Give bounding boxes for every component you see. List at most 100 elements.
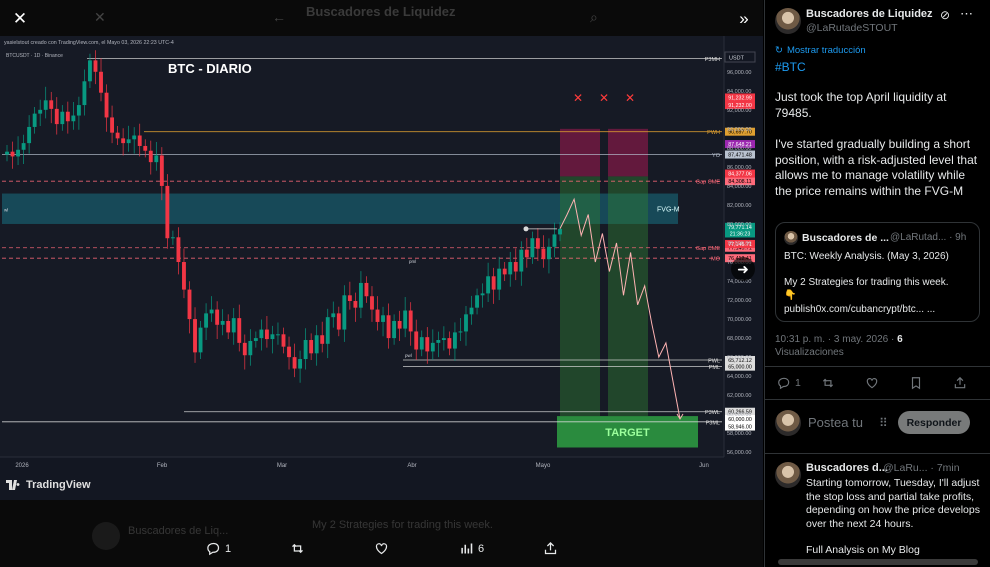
take-profit-box-1 bbox=[560, 176, 600, 417]
tradingview-label: TradingView bbox=[26, 479, 91, 491]
collapse-sidebar-icon[interactable]: » bbox=[731, 6, 757, 32]
candle bbox=[370, 296, 374, 310]
viewer-action-bar: 1 6 bbox=[0, 541, 763, 563]
reply-input[interactable]: Postea tu bbox=[808, 415, 863, 430]
chart-symbol-line: BTCUSDT · 1D · Binance bbox=[6, 53, 63, 59]
reply-submit-button[interactable]: Responder bbox=[898, 411, 970, 434]
reply-author-handle[interactable]: @LaRu... · 7min bbox=[883, 462, 960, 474]
reply-button[interactable]: 1 bbox=[206, 541, 231, 556]
candle bbox=[502, 268, 507, 275]
y-tick-label: 68,000.00 bbox=[727, 336, 751, 342]
repost-button[interactable] bbox=[290, 541, 305, 556]
sidebar-repost-button[interactable] bbox=[821, 376, 835, 390]
candle bbox=[43, 100, 48, 110]
y-tick-label: 72,000.00 bbox=[727, 298, 751, 304]
candle bbox=[353, 301, 358, 308]
author-name[interactable]: Buscadores de Liquidez bbox=[806, 8, 933, 20]
author-handle[interactable]: @LaRutadeSTOUT bbox=[806, 22, 898, 34]
candle bbox=[358, 282, 363, 308]
views-button[interactable]: 6 bbox=[459, 541, 484, 556]
price-tag-text: 84,377.06 bbox=[728, 172, 752, 178]
candle bbox=[126, 139, 131, 144]
chart-title: BTC - DIARIO bbox=[168, 61, 252, 76]
time-axis-panel bbox=[0, 457, 724, 500]
candle bbox=[364, 282, 369, 297]
level-price-tag-text: 65,000.00 bbox=[728, 365, 752, 371]
sidebar-reply-button[interactable]: 1 bbox=[777, 376, 801, 390]
candle bbox=[519, 249, 524, 272]
tweet-paragraph-2: I've started gradually building a short … bbox=[775, 137, 978, 198]
btc-chart-svg: FVG-MTARGETPWH 90,697.70YO 87,471.48Gap CM… bbox=[0, 36, 763, 500]
grok-icon[interactable]: ⊘ bbox=[940, 8, 950, 22]
candle bbox=[176, 237, 181, 263]
share-icon bbox=[954, 376, 966, 389]
sidebar-share-button[interactable] bbox=[953, 376, 967, 390]
sidebar-bookmark-button[interactable] bbox=[909, 376, 923, 390]
candle bbox=[231, 318, 236, 333]
sidebar-reply-count: 1 bbox=[795, 377, 801, 389]
candle bbox=[425, 337, 430, 352]
y-tick-label: 60,000.00 bbox=[727, 412, 751, 418]
tradingview-icon bbox=[6, 480, 20, 490]
candle bbox=[276, 334, 280, 336]
price-tag-text: 21:36:23 bbox=[730, 231, 751, 237]
more-options-icon[interactable]: ⋯ bbox=[960, 6, 973, 22]
close-icon[interactable]: ✕ bbox=[7, 6, 33, 32]
price-tag-text: 58,946.00 bbox=[728, 425, 752, 431]
divider bbox=[765, 366, 990, 367]
candle bbox=[298, 359, 303, 369]
candle bbox=[441, 338, 446, 341]
background-search-icon: ⌕ bbox=[590, 9, 598, 25]
candle bbox=[436, 340, 441, 343]
level-label: PWH bbox=[707, 130, 720, 136]
price-tag-text: 91,232.99 bbox=[728, 95, 752, 101]
candle bbox=[397, 320, 402, 329]
translate-link[interactable]: ↻ Mostrar traducción bbox=[775, 45, 866, 56]
candle bbox=[187, 289, 192, 320]
author-avatar[interactable] bbox=[775, 8, 801, 34]
candle bbox=[464, 314, 468, 332]
sidebar-like-button[interactable] bbox=[865, 376, 879, 390]
candle bbox=[320, 335, 325, 344]
views-icon bbox=[461, 543, 473, 554]
candle bbox=[49, 100, 54, 109]
y-tick-label: 82,000.00 bbox=[727, 203, 751, 209]
level-label: PML bbox=[709, 365, 720, 371]
candle bbox=[303, 340, 308, 360]
candle bbox=[336, 313, 341, 330]
level-label: P3WL bbox=[705, 410, 720, 416]
horizontal-scrollbar[interactable] bbox=[778, 559, 978, 565]
level-label: YO bbox=[712, 153, 721, 159]
post-sidebar: Buscadores de Liquidez @LaRutadeSTOUT ⊘ … bbox=[764, 0, 990, 567]
candle bbox=[524, 249, 529, 258]
quoted-post[interactable]: Buscadores de ... @LaRutad... · 9h BTC: … bbox=[775, 222, 980, 322]
level-label: P3MH bbox=[705, 57, 720, 63]
candle bbox=[5, 151, 9, 155]
candle bbox=[287, 346, 291, 358]
reply-author-name[interactable]: Buscadores d... bbox=[806, 462, 888, 474]
candle bbox=[281, 334, 286, 347]
candle bbox=[552, 234, 557, 247]
reply-icon bbox=[207, 542, 220, 556]
share-button[interactable] bbox=[543, 541, 558, 556]
post-timestamp: 10:31 p. m. · 3 may. 2026 · 6 bbox=[775, 334, 903, 345]
target-zone-label: TARGET bbox=[605, 427, 650, 439]
candle bbox=[386, 315, 391, 339]
reply-author-avatar[interactable] bbox=[775, 462, 801, 488]
candle bbox=[132, 135, 137, 140]
candle bbox=[535, 238, 540, 249]
x-tick-label: Abr bbox=[407, 463, 416, 469]
candle bbox=[486, 276, 491, 294]
candle bbox=[414, 331, 419, 350]
next-image-button[interactable]: ➜ bbox=[731, 257, 755, 281]
level-label: PWL bbox=[708, 358, 720, 364]
candle bbox=[170, 237, 175, 239]
candle bbox=[530, 238, 535, 258]
drag-handle-icon[interactable]: ⠿ bbox=[879, 416, 888, 430]
currency-label: USDT bbox=[729, 56, 745, 62]
candle bbox=[209, 309, 214, 314]
candle bbox=[419, 337, 424, 350]
hashtag-link[interactable]: #BTC bbox=[775, 60, 806, 74]
like-button[interactable] bbox=[374, 541, 389, 556]
candle bbox=[88, 60, 92, 82]
